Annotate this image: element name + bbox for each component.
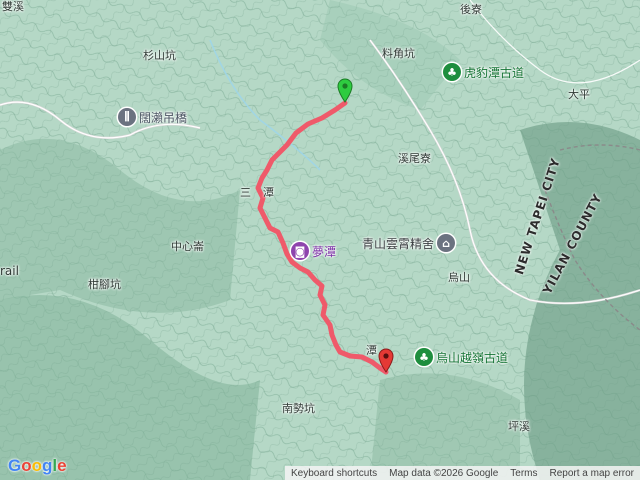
place-label: 大平 <box>568 88 590 101</box>
route-layer <box>255 78 394 375</box>
poi-label: 虎豹潭古道 <box>464 65 525 80</box>
park-icon: ♣ <box>415 348 433 366</box>
keyboard-shortcuts-link[interactable]: Keyboard shortcuts <box>285 468 383 479</box>
map-data-text: Map data ©2026 Google <box>389 467 499 479</box>
place-label: rail <box>0 264 19 278</box>
poi-kuolai-bridge[interactable]: ⫼ 闊瀨吊橋 <box>118 108 187 126</box>
place-label: 溪尾寮 <box>398 152 431 165</box>
poi-label: 青山雲霄精舍 <box>362 236 435 251</box>
place-label: 三 <box>240 186 251 199</box>
place-label: 柑腳坑 <box>88 278 121 291</box>
place-label: 料角坑 <box>382 47 415 60</box>
temple-icon: ⌂ <box>437 234 456 252</box>
place-label: 烏山 <box>448 271 470 284</box>
map-canvas[interactable]: 雙溪 後寮 杉山坑 料角坑 大平 溪尾寮 三 潭 中心崙 烏山 柑腳坑 潭 南勢… <box>0 0 640 480</box>
place-label: 雙溪 <box>2 0 24 13</box>
report-map-error-link[interactable]: Report a map error <box>544 468 640 479</box>
place-label: 南勢坑 <box>282 402 315 415</box>
place-label: 杉山坑 <box>143 49 176 62</box>
place-label: 坪溪 <box>508 420 530 433</box>
poi-label: 闊瀨吊橋 <box>139 110 188 125</box>
poi-qingshan-temple[interactable]: ⌂ 青山雲霄精舍 <box>362 234 456 252</box>
camera-icon: ◙ <box>291 242 309 260</box>
poi-label: 烏山越嶺古道 <box>436 350 509 365</box>
start-pin-icon[interactable] <box>337 78 353 103</box>
place-label: 後寮 <box>460 3 482 16</box>
attribution-bar: Keyboard shortcuts Map data ©2026 Google… <box>284 466 640 480</box>
poi-hubaotan-trail[interactable]: ♣ 虎豹潭古道 <box>443 63 524 81</box>
bridge-icon: ⫼ <box>118 108 136 126</box>
place-label: 潭 <box>263 186 274 199</box>
poi-wushan-trail[interactable]: ♣ 烏山越嶺古道 <box>415 348 508 366</box>
poi-label: 夢潭 <box>312 244 337 259</box>
google-logo[interactable]: Google <box>8 456 67 476</box>
poi-mengtan[interactable]: ◙ 夢潭 <box>291 242 336 260</box>
place-label: 中心崙 <box>171 240 204 253</box>
park-icon: ♣ <box>443 63 461 81</box>
terms-link[interactable]: Terms <box>504 468 543 479</box>
place-label: 潭 <box>366 344 377 357</box>
